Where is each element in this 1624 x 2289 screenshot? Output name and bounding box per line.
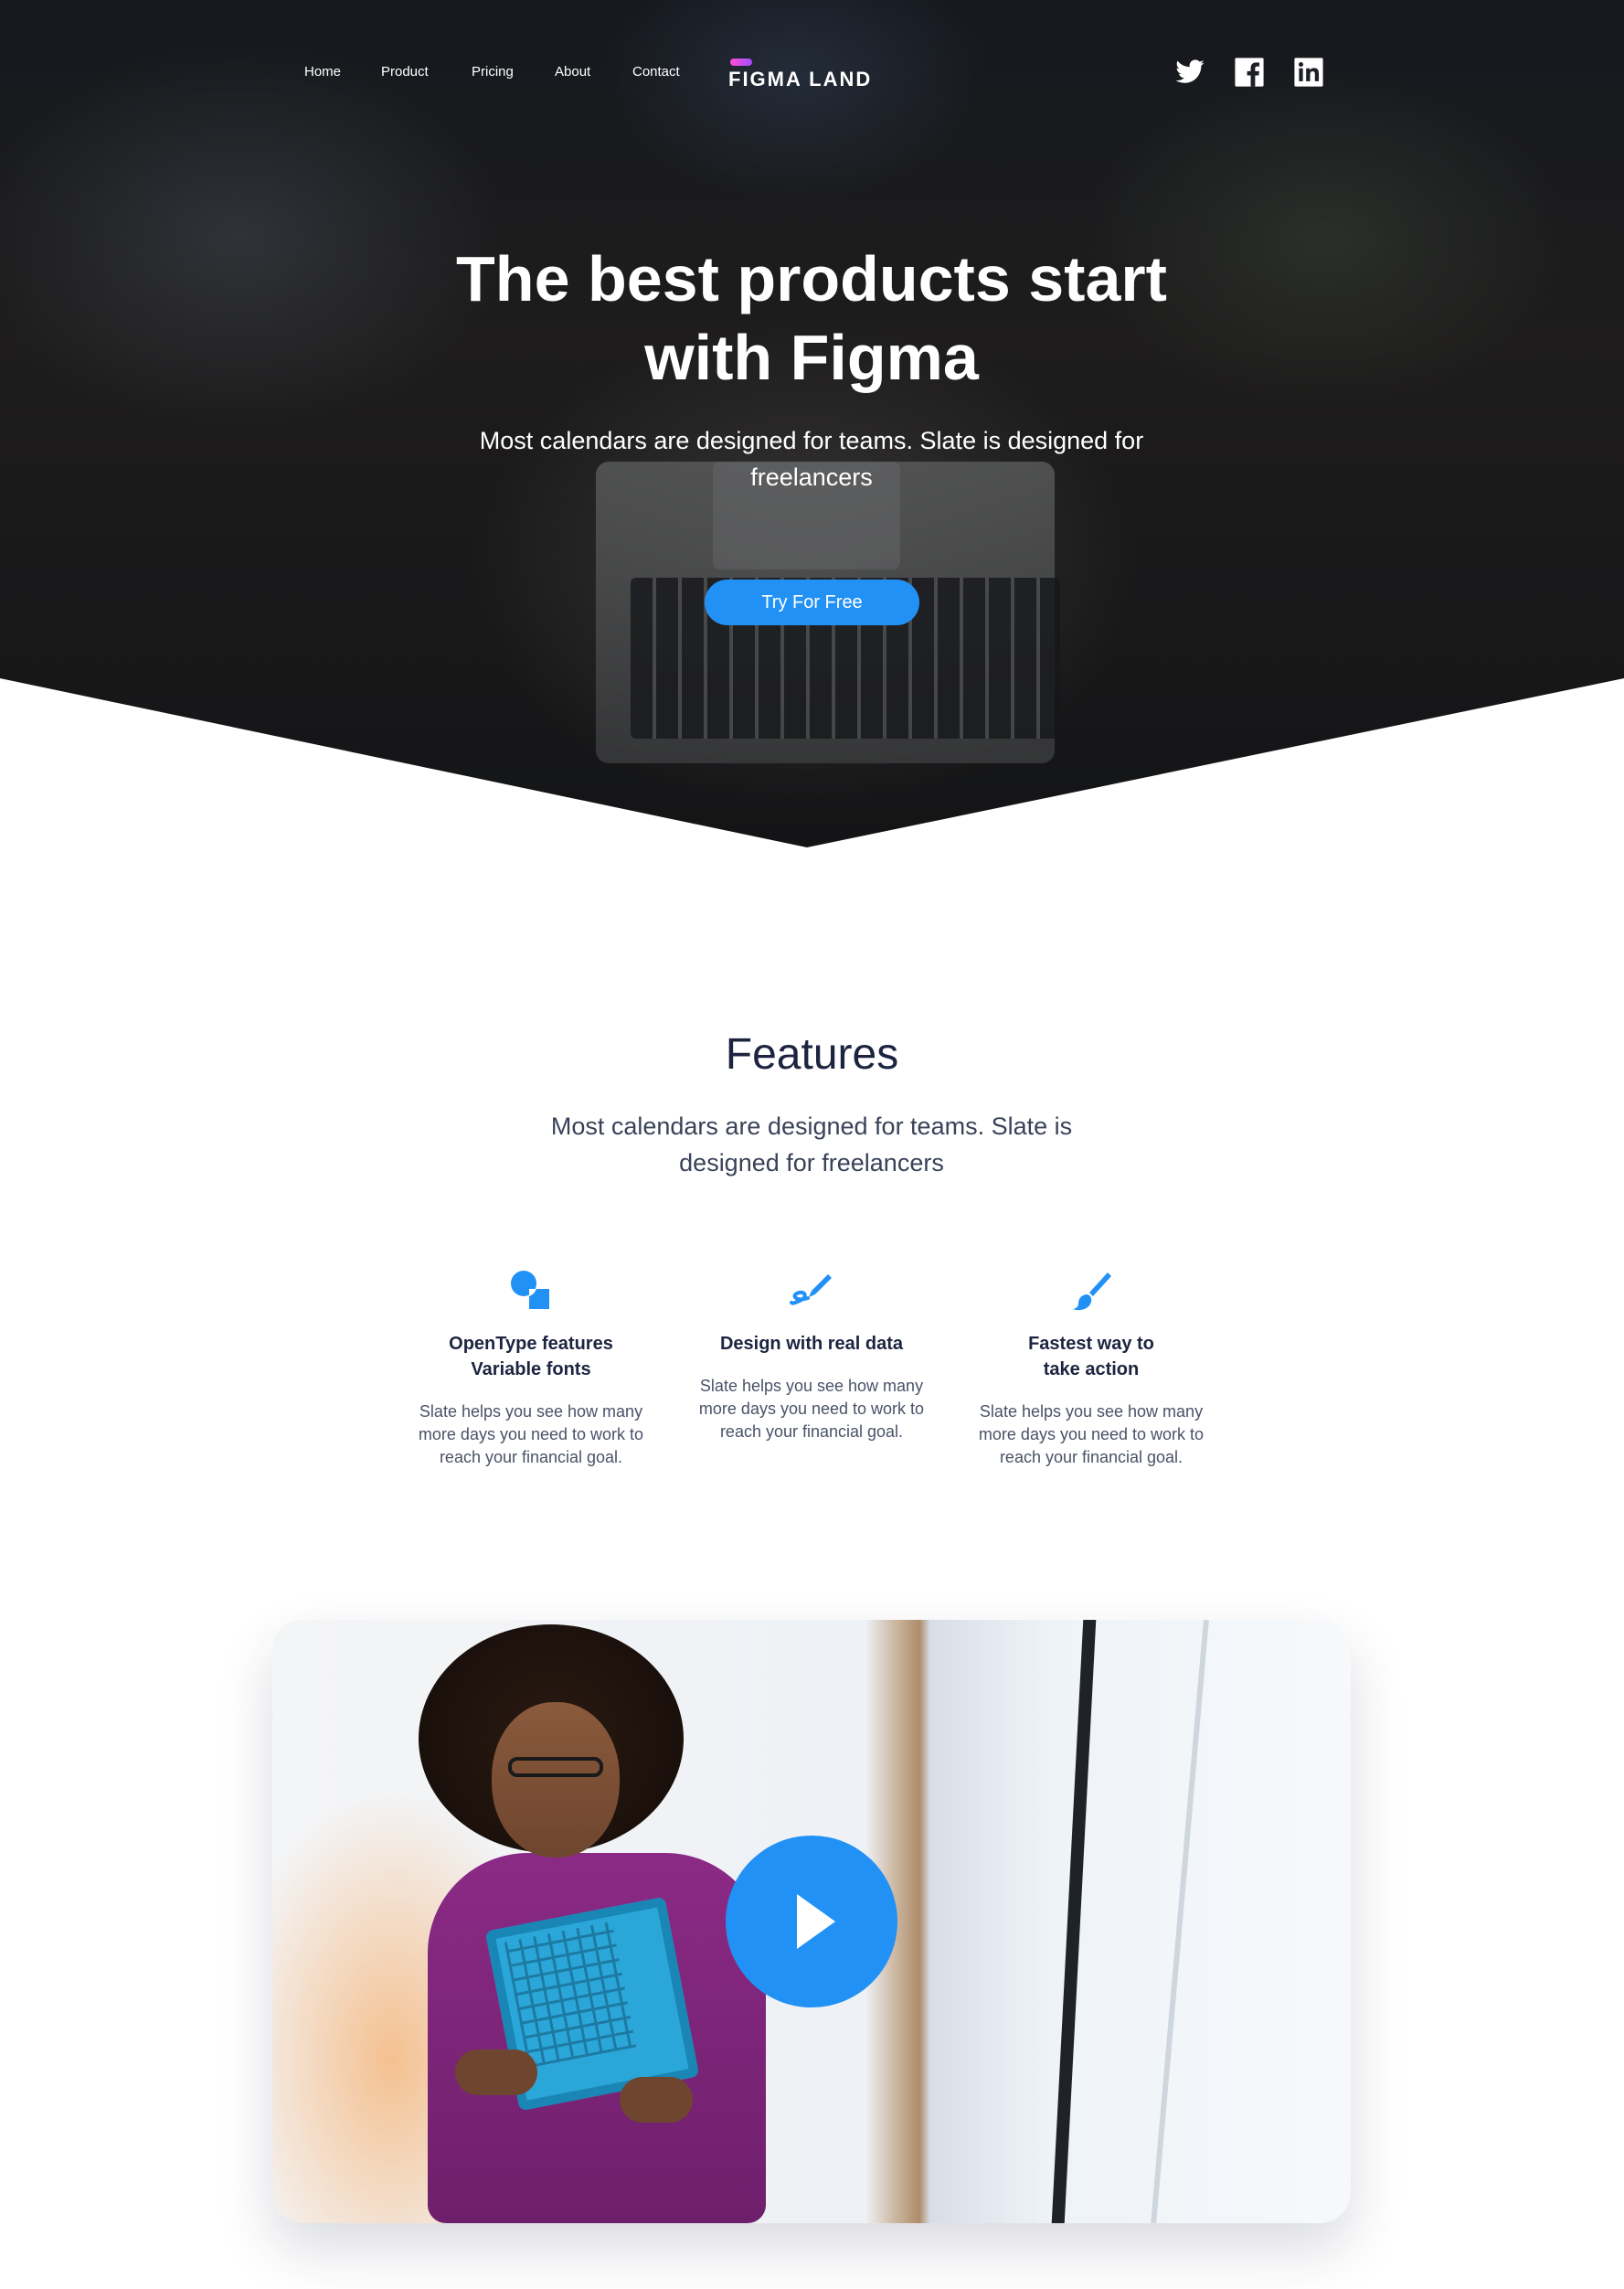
top-navigation: Home Product Pricing About Contact FIGMA…: [0, 0, 1624, 146]
figma-land-logo[interactable]: FIGMA LAND: [728, 57, 888, 93]
feature-title: Design with real data: [719, 1334, 904, 1354]
play-video-button[interactable]: [726, 1836, 897, 2007]
feature-description: Slate helps you see how many more days y…: [698, 1377, 925, 1441]
feature-description: Slate helps you see how many more days y…: [978, 1402, 1205, 1466]
logo-accent-bar: [730, 59, 752, 66]
nav-link-home[interactable]: Home: [304, 64, 341, 80]
play-icon: [797, 1894, 835, 1949]
feature-title: OpenType features Variable fonts: [449, 1334, 613, 1379]
hero-title: The best products start with Figma: [456, 243, 1167, 393]
try-for-free-button[interactable]: Try For Free: [705, 580, 919, 625]
feature-card: Fastest way to take action Slate helps y…: [977, 1267, 1205, 1469]
brush-icon: [1073, 1272, 1111, 1311]
features-title: Features: [725, 1030, 899, 1079]
nav-link-about[interactable]: About: [555, 64, 590, 80]
hero-section: Home Product Pricing About Contact FIGMA…: [0, 0, 1624, 847]
linkedin-icon[interactable]: [1293, 57, 1324, 88]
feature-card: OpenType features Variable fonts Slate h…: [417, 1267, 645, 1469]
shapes-icon: [511, 1271, 549, 1309]
feature-description: Slate helps you see how many more days y…: [418, 1402, 644, 1466]
video-card: [272, 1620, 1351, 2223]
logo-text: FIGMA LAND: [728, 68, 873, 90]
pen-icon: [790, 1274, 832, 1305]
hand: [455, 2049, 537, 2095]
facebook-icon[interactable]: [1234, 57, 1265, 88]
nav-link-pricing[interactable]: Pricing: [472, 64, 514, 80]
feature-title: Fastest way to take action: [1028, 1334, 1154, 1379]
feature-card: Design with real data Slate helps you se…: [697, 1267, 926, 1443]
features-subtitle: Most calendars are designed for teams. S…: [550, 1113, 1073, 1176]
hand: [620, 2077, 693, 2123]
person-face: [492, 1702, 620, 1858]
nav-link-contact[interactable]: Contact: [632, 64, 680, 80]
hero-subtitle: Most calendars are designed for teams. S…: [479, 427, 1144, 491]
nav-link-product[interactable]: Product: [381, 64, 429, 80]
glasses: [508, 1757, 603, 1777]
twitter-icon[interactable]: [1174, 57, 1205, 88]
